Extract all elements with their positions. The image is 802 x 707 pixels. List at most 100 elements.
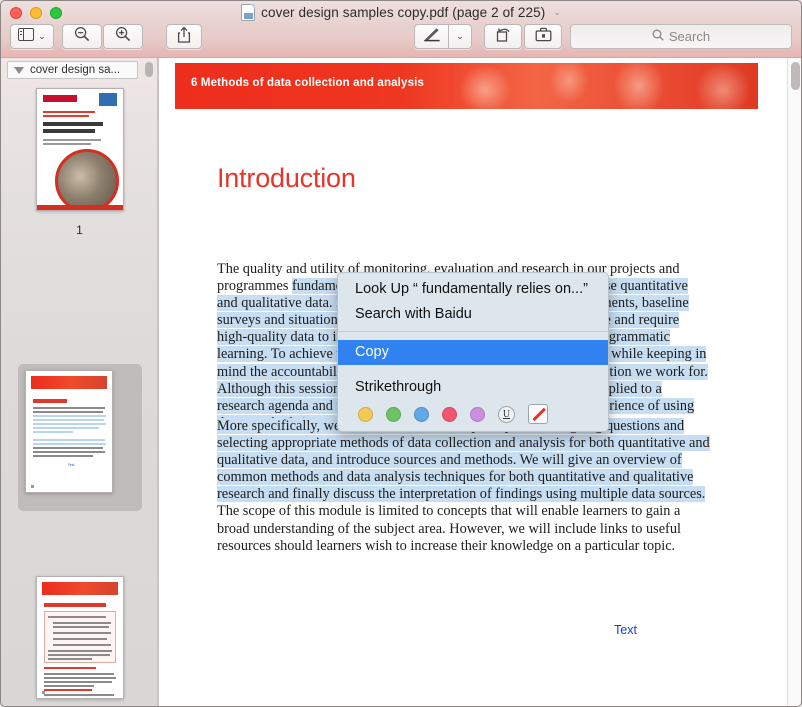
text-line xyxy=(32,407,105,409)
text-line xyxy=(47,654,110,656)
markup-toolkit-button[interactable] xyxy=(524,24,562,49)
menu-spacer xyxy=(338,332,608,340)
blue-highlight-swatch[interactable] xyxy=(414,406,429,422)
text-line-highlighted xyxy=(32,443,106,445)
text-line xyxy=(32,411,103,413)
sub-heading xyxy=(43,667,96,670)
sidebar-scrollbar-thumb[interactable] xyxy=(145,62,153,77)
search-field[interactable]: Search xyxy=(570,24,792,49)
thumbnail-page-footer xyxy=(30,485,34,488)
menu-item-look-up[interactable]: Look Up “ fundamentally relies on...” xyxy=(338,273,608,302)
text-line xyxy=(52,632,111,634)
page-banner: 6 Methods of data collection and analysi… xyxy=(175,63,758,109)
toolkit-icon xyxy=(535,27,552,47)
text-line xyxy=(32,455,93,457)
minimize-window-button[interactable] xyxy=(30,7,42,19)
sub-heading-2 xyxy=(43,689,92,692)
document-scrollbar-thumb[interactable] xyxy=(791,62,800,90)
text-line-highlighted xyxy=(32,423,106,425)
thumbnail-page-1[interactable]: 1 xyxy=(1,88,157,237)
text-annotation[interactable]: Text xyxy=(614,623,637,637)
highlight-color-swatches[interactable]: U xyxy=(338,400,608,431)
text-line xyxy=(47,616,106,618)
pdf-document-icon xyxy=(241,4,256,21)
text-line-highlighted xyxy=(32,431,73,433)
cover-redline xyxy=(42,111,95,113)
thumbnail-page-3[interactable]: 3 xyxy=(1,576,157,706)
paragraph-2-plain: The scope of this module is limited to c… xyxy=(217,503,681,554)
text-line xyxy=(43,673,114,675)
green-highlight-swatch[interactable] xyxy=(386,406,401,422)
page-thumbnail-image xyxy=(35,576,124,699)
window-title-text: cover design samples copy.pdf (page 2 of… xyxy=(261,5,546,20)
text-line xyxy=(32,451,105,453)
text-line-highlighted xyxy=(32,419,104,421)
zoom-in-button[interactable] xyxy=(103,24,143,49)
search-icon xyxy=(652,29,664,44)
sidebar-panel-icon xyxy=(18,27,35,46)
context-menu[interactable]: Look Up “ fundamentally relies on...” Se… xyxy=(337,272,609,432)
cover-circular-photo xyxy=(54,149,119,210)
text-line-highlighted xyxy=(32,415,106,417)
menu-spacer-2 xyxy=(338,365,608,375)
page-banner xyxy=(41,582,118,595)
text-line xyxy=(52,626,109,628)
text-line-highlighted xyxy=(32,439,105,441)
pen-markup-icon xyxy=(423,26,441,47)
save-the-children-logo xyxy=(42,95,77,102)
remove-highlight-icon[interactable] xyxy=(528,404,548,424)
underline-icon[interactable]: U xyxy=(498,405,515,423)
share-button[interactable] xyxy=(166,24,202,49)
page-number-label: 1 xyxy=(76,223,83,237)
sidebar-view-button[interactable]: ⌄ xyxy=(10,24,54,49)
pink-highlight-swatch[interactable] xyxy=(442,406,457,422)
zoom-out-icon xyxy=(74,26,90,47)
page-banner xyxy=(30,376,107,389)
title-chevron-down-icon[interactable]: ⌄ xyxy=(553,7,561,18)
page-title: Introduction xyxy=(217,163,356,193)
window-title: cover design samples copy.pdf (page 2 of… xyxy=(0,4,802,21)
text-line xyxy=(43,685,94,687)
thumbnail-sidebar[interactable]: cover design sa... 1 Text xyxy=(1,58,158,706)
zoom-in-icon xyxy=(115,26,131,47)
text-line xyxy=(32,447,103,449)
text-line xyxy=(47,658,92,660)
sidebar-document-header[interactable]: cover design sa... xyxy=(7,61,138,79)
thumbnail-page-footer xyxy=(41,691,45,694)
markup-tool-button[interactable] xyxy=(414,24,448,49)
share-icon xyxy=(177,26,191,48)
menu-item-search-with-baidu[interactable]: Search with Baidu xyxy=(338,302,608,327)
document-scrollbar[interactable] xyxy=(787,58,801,706)
page-thumbnail-image xyxy=(35,88,124,211)
text-line xyxy=(52,622,111,624)
close-window-button[interactable] xyxy=(10,7,22,19)
preview-window: cover design samples copy.pdf (page 2 of… xyxy=(0,0,802,707)
markup-options-button[interactable]: ⌄ xyxy=(448,24,472,49)
search-input[interactable]: Search xyxy=(669,29,710,44)
text-line xyxy=(52,638,107,640)
text-line xyxy=(43,694,114,696)
paragraph-2: More specifically, we will focus on the … xyxy=(217,418,711,555)
menu-item-copy[interactable]: Copy xyxy=(338,340,608,365)
learning-outcomes-box xyxy=(43,611,116,663)
partner-logo xyxy=(98,93,117,106)
text-line xyxy=(43,677,116,679)
yellow-highlight-swatch[interactable] xyxy=(358,406,373,422)
zoom-out-button[interactable] xyxy=(62,24,102,49)
thumbnail-page-2[interactable]: Text 2 xyxy=(1,364,157,511)
disclosure-triangle-icon[interactable] xyxy=(14,66,24,74)
cover-bottom-bar xyxy=(36,205,123,210)
cover-title-line-2 xyxy=(42,129,95,133)
rotate-left-icon xyxy=(495,26,512,48)
menu-item-strikethrough[interactable]: Strikethrough xyxy=(338,375,608,400)
purple-highlight-swatch[interactable] xyxy=(470,406,485,422)
window-controls xyxy=(10,7,62,19)
text-line-highlighted xyxy=(32,427,99,429)
text-line xyxy=(43,681,112,683)
sidebar-document-name: cover design sa... xyxy=(30,64,121,76)
rotate-button[interactable] xyxy=(484,24,522,49)
zoom-window-button[interactable] xyxy=(50,7,62,19)
sidebar-chevron-down-icon[interactable]: ⌄ xyxy=(38,31,46,42)
cover-subtitle-line-2 xyxy=(42,143,91,145)
page-thumbnail-image: Text xyxy=(24,370,113,493)
